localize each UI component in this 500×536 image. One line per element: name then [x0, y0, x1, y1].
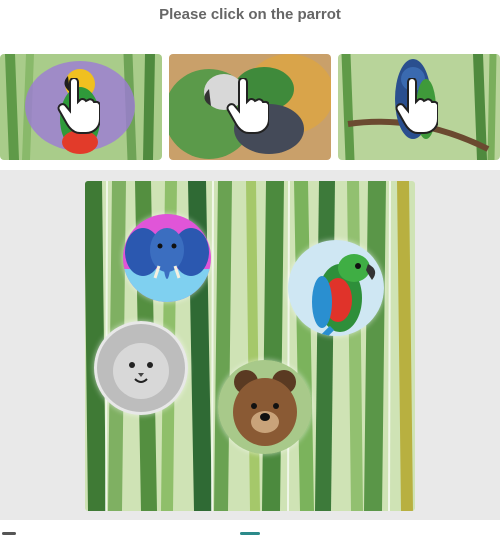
pointer-hand-icon: [226, 78, 269, 134]
animal-lion[interactable]: [94, 321, 188, 415]
footer-mark-left: [2, 532, 16, 535]
animal-parrot[interactable]: [288, 240, 384, 336]
animal-bear[interactable]: [218, 360, 312, 454]
pointer-hand-icon: [395, 78, 438, 134]
animal-elephant[interactable]: [123, 214, 211, 302]
example-image-3: [338, 54, 500, 160]
challenge-panel: [0, 170, 500, 520]
footer-mark-center: [240, 532, 260, 535]
pointer-hand-icon: [57, 78, 100, 134]
challenge-board[interactable]: [85, 181, 415, 511]
captcha-instruction: Please click on the parrot: [159, 6, 341, 23]
example-image-1: [0, 54, 162, 160]
example-image-2: [169, 54, 331, 160]
footer-area: [0, 520, 500, 536]
